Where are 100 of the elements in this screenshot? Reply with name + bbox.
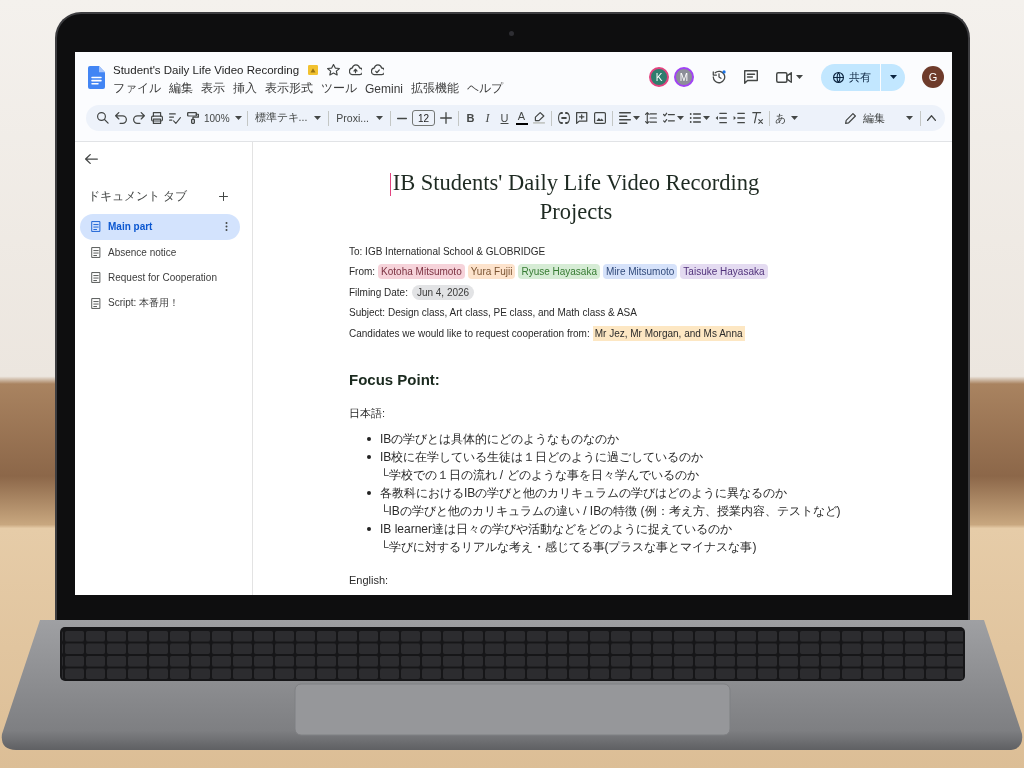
- list-item-text: IB learner達は日々の学びや活動などをどのように捉えているのか: [380, 520, 734, 538]
- person-name: Kotoha Mitsumoto: [378, 264, 465, 280]
- trackpad[interactable]: [294, 683, 731, 736]
- bulleted-list-icon[interactable]: [689, 112, 702, 124]
- document-icon: [91, 246, 101, 258]
- undo-icon[interactable]: [115, 112, 127, 124]
- input-tools-dropdown[interactable]: あ: [773, 107, 801, 129]
- decrease-indent-icon[interactable]: [715, 112, 728, 124]
- mode-dropdown[interactable]: 編集: [841, 107, 917, 129]
- font-dropdown[interactable]: Proxi...: [332, 107, 388, 129]
- more-icon[interactable]: [225, 222, 228, 232]
- bullet-icon: [367, 454, 371, 459]
- menu-item[interactable]: 拡張機能: [407, 80, 463, 97]
- align-left-icon[interactable]: [619, 112, 632, 124]
- paint-roller-icon[interactable]: [187, 112, 199, 124]
- list-item-note: └学校での１日の流れ / どのような事を日々学んでいるのか: [380, 466, 700, 484]
- video-camera-icon[interactable]: [776, 71, 792, 83]
- caret-icon[interactable]: [633, 116, 641, 120]
- increase-indent-icon[interactable]: [733, 112, 746, 124]
- cloud-upload-icon[interactable]: [349, 63, 363, 76]
- person-name: Ryuse Hayasaka: [518, 264, 600, 280]
- zoom-dropdown[interactable]: 100%: [202, 107, 244, 129]
- share-options-button[interactable]: [881, 63, 905, 91]
- field-label: Filming Date:: [349, 286, 408, 298]
- comment-icon[interactable]: [744, 70, 758, 84]
- printer-icon[interactable]: [151, 112, 163, 124]
- document-tab[interactable]: Main part: [80, 214, 240, 240]
- tile-icon[interactable]: [308, 64, 319, 75]
- clear-formatting-icon[interactable]: [751, 112, 764, 124]
- field-label: From:: [349, 266, 376, 278]
- date-chip[interactable]: Jun 4, 2026: [411, 284, 475, 300]
- bullet-icon: [367, 526, 371, 531]
- person-name: Yura Fujii: [467, 264, 516, 280]
- share-button[interactable]: 共有: [821, 63, 880, 91]
- caret-icon[interactable]: [703, 116, 711, 120]
- person-name: Taisuke Hayasaka: [680, 264, 768, 280]
- page-title: IB Students' Daily Life Video Recording Projects: [391, 169, 761, 226]
- subsection-label: English:: [349, 572, 390, 588]
- body-text: Subject: Design class, Art class, PE class, and Math class & ASA: [349, 307, 637, 319]
- add-comment-icon[interactable]: [576, 112, 589, 124]
- caret-icon: [376, 116, 384, 120]
- section-heading: Focus Point:: [349, 369, 441, 390]
- list-item-note: └学びに対するリアルな考え・感じてる事(プラスな事とマイナスな事): [380, 538, 757, 556]
- collaborator-avatar[interactable]: K: [649, 67, 669, 87]
- field-label: Candidates we would like to request cooperation from:: [349, 327, 590, 339]
- subsection-label: 日本語:: [349, 405, 387, 421]
- text-color-button[interactable]: A: [513, 107, 531, 129]
- body-text: To: IGB International School & GLOBRIDGE: [349, 245, 546, 257]
- document-name[interactable]: Student's Daily Life Video Recording: [113, 63, 300, 76]
- link-icon[interactable]: [558, 112, 571, 124]
- plus-icon[interactable]: [219, 192, 228, 201]
- tabs-heading: ドキュメント タブ: [88, 188, 188, 205]
- checklist-icon[interactable]: [663, 112, 676, 124]
- line-spacing-icon[interactable]: [645, 112, 658, 124]
- bullet-icon: [367, 436, 371, 441]
- text-check-icon[interactable]: [169, 112, 181, 124]
- menu-item[interactable]: ヘルプ: [463, 80, 507, 97]
- document-logo-icon[interactable]: [88, 65, 105, 89]
- cloud-check-icon[interactable]: [371, 63, 385, 76]
- document-tab[interactable]: Request for Cooperation: [80, 265, 240, 291]
- redo-icon[interactable]: [133, 112, 145, 124]
- style-dropdown[interactable]: 標準テキ...: [250, 107, 326, 129]
- chevron-up-icon[interactable]: [927, 115, 936, 121]
- camera-lens-icon: [509, 31, 514, 36]
- caret-icon: [889, 75, 897, 79]
- plus-icon[interactable]: [440, 112, 453, 124]
- history-icon[interactable]: [712, 70, 726, 84]
- list-item-note: └IBの学びと他のカリキュラムの違い / IBの特徴 (例：考え方、授業内容、テストなど): [380, 502, 841, 520]
- list-item-text: IBの学びとは具体的にどのようなものなのか: [380, 430, 620, 448]
- menu-item[interactable]: 編集: [165, 80, 197, 97]
- underline-button[interactable]: U: [496, 107, 514, 129]
- image-icon[interactable]: [594, 112, 607, 124]
- menu-item[interactable]: ファイル: [109, 80, 165, 97]
- document-tab[interactable]: Script: 本番用！: [80, 290, 240, 316]
- menu-item[interactable]: 表示形式: [261, 80, 317, 97]
- globe-icon: [833, 71, 844, 83]
- document-icon: [91, 272, 101, 284]
- italic-button[interactable]: I: [479, 107, 497, 129]
- caret-icon: [234, 116, 242, 120]
- search-icon[interactable]: [97, 112, 109, 124]
- person-name: Mire Mitsumoto: [603, 264, 678, 280]
- caret-icon[interactable]: [677, 116, 685, 120]
- list-item-text: 各教科におけるIBの学びと他のカリキュラムの学びはどのように異なるのか: [380, 484, 789, 502]
- account-avatar[interactable]: G: [922, 66, 944, 88]
- menu-item[interactable]: Gemini: [361, 81, 407, 96]
- menu-item[interactable]: 挿入: [229, 80, 261, 97]
- minus-icon[interactable]: [397, 116, 408, 120]
- document-icon: [91, 297, 101, 309]
- font-size-field[interactable]: 12: [412, 110, 436, 126]
- highlighter-icon[interactable]: [533, 112, 546, 124]
- text-cursor: [389, 173, 392, 196]
- star-icon[interactable]: [327, 63, 341, 76]
- back-arrow-icon[interactable]: [85, 154, 98, 164]
- caret-icon[interactable]: [796, 75, 803, 79]
- bold-button[interactable]: B: [462, 107, 480, 129]
- menu-item[interactable]: ツール: [317, 80, 361, 97]
- document-tab[interactable]: Absence notice: [80, 239, 240, 265]
- color-bar-icon: [515, 122, 528, 126]
- caret-icon: [314, 116, 322, 120]
- menu-item[interactable]: 表示: [197, 80, 229, 97]
